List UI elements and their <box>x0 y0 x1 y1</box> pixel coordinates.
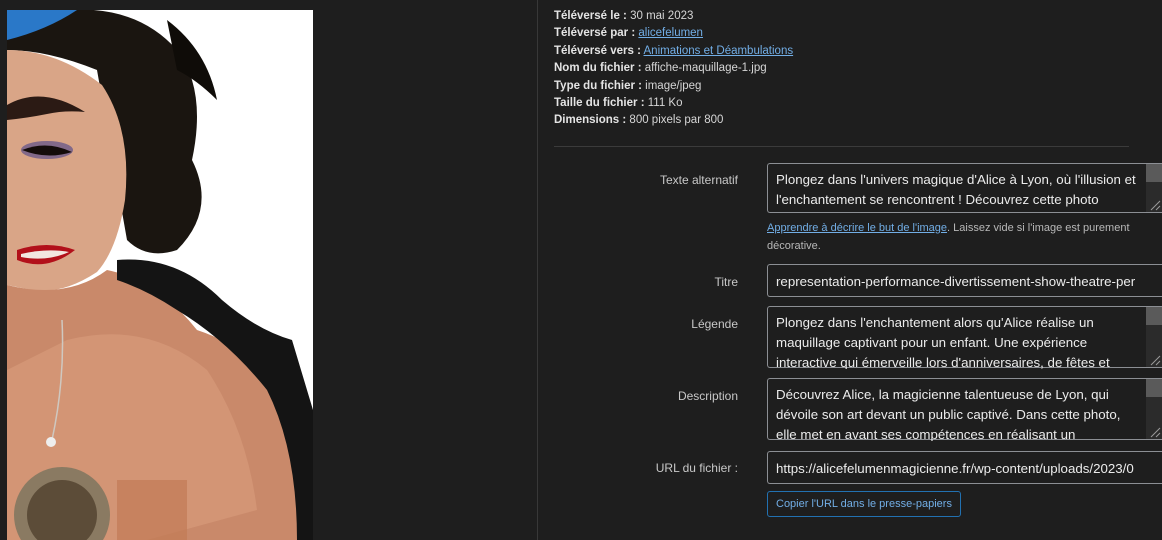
description-label: Description <box>677 389 738 403</box>
uploaded-by-link[interactable]: alicefelumen <box>638 27 703 39</box>
file-name-value: affiche-maquillage-1.jpg <box>644 62 767 75</box>
caption-value: Plongez dans l'enchantement alors qu'Ali… <box>776 315 1110 369</box>
file-url-label: URL du fichier : <box>655 461 738 475</box>
file-size-row: Taille du fichier : 111 Ko <box>554 95 793 112</box>
file-metadata: Téléversé le : 30 mai 2023 Téléversé par… <box>554 8 793 130</box>
file-url-input[interactable]: https://alicefelumenmagicienne.fr/wp-con… <box>767 451 1162 484</box>
uploaded-by-label: Téléversé par : <box>554 27 636 40</box>
alt-text-help-link[interactable]: Apprendre à décrire le but de l'image <box>767 222 947 234</box>
caption-textarea[interactable]: Plongez dans l'enchantement alors qu'Ali… <box>767 306 1162 369</box>
uploaded-to-label: Téléversé vers : <box>554 44 641 57</box>
uploaded-on-label: Téléversé le : <box>554 10 627 22</box>
uploaded-on-row: Téléversé le : 30 mai 2023 <box>554 8 793 25</box>
file-url-value: https://alicefelumenmagicienne.fr/wp-con… <box>776 461 1134 476</box>
title-label: Titre <box>714 275 738 289</box>
dimensions-row: Dimensions : 800 pixels par 800 <box>554 112 793 129</box>
file-type-value: image/jpeg <box>645 79 702 92</box>
attachment-details-modal: Téléversé le : 30 mai 2023 Téléversé par… <box>0 0 1162 540</box>
resize-grip-icon[interactable] <box>1148 425 1161 438</box>
attachment-image <box>7 10 313 540</box>
copy-url-button[interactable]: Copier l'URL dans le presse-papiers <box>767 491 961 517</box>
alt-text-textarea[interactable]: Plongez dans l'univers magique d'Alice à… <box>767 163 1162 213</box>
title-input[interactable]: representation-performance-divertissemen… <box>767 264 1162 297</box>
dimensions-value: 800 pixels par 800 <box>629 114 724 127</box>
file-size-value: 111 Ko <box>647 97 683 110</box>
uploaded-by-row: Téléversé par : alicefelumen <box>554 25 793 42</box>
title-value: representation-performance-divertissemen… <box>776 274 1136 289</box>
description-value: Découvrez Alice, la magicienne talentueu… <box>776 387 1121 441</box>
description-textarea[interactable]: Découvrez Alice, la magicienne talentueu… <box>767 378 1162 441</box>
alt-text-label: Texte alternatif <box>659 173 738 187</box>
file-type-label: Type du fichier : <box>554 79 642 92</box>
uploaded-to-row: Téléversé vers : Animations et Déambulat… <box>554 43 793 60</box>
file-name-row: Nom du fichier : affiche-maquillage-1.jp… <box>554 60 793 77</box>
metadata-divider <box>554 146 1129 147</box>
attachment-info-pane: Téléversé le : 30 mai 2023 Téléversé par… <box>538 0 1162 540</box>
caption-scroll-thumb[interactable] <box>1146 307 1162 325</box>
resize-grip-icon[interactable] <box>1148 198 1161 211</box>
file-name-label: Nom du fichier : <box>554 62 642 75</box>
attachment-preview-pane <box>0 0 538 540</box>
alt-text-scroll-thumb[interactable] <box>1146 164 1162 182</box>
alt-text-value: Plongez dans l'univers magique d'Alice à… <box>776 172 1136 207</box>
uploaded-to-link[interactable]: Animations et Déambulations <box>644 45 794 57</box>
file-size-label: Taille du fichier : <box>554 97 645 110</box>
description-scroll-thumb[interactable] <box>1146 379 1162 397</box>
file-type-row: Type du fichier : image/jpeg <box>554 78 793 95</box>
uploaded-on-value: 30 mai 2023 <box>630 10 694 22</box>
dimensions-label: Dimensions : <box>554 114 627 127</box>
resize-grip-icon[interactable] <box>1148 353 1161 366</box>
alt-text-help: Apprendre à décrire le but de l'image. L… <box>767 219 1157 255</box>
caption-label: Légende <box>691 317 738 331</box>
